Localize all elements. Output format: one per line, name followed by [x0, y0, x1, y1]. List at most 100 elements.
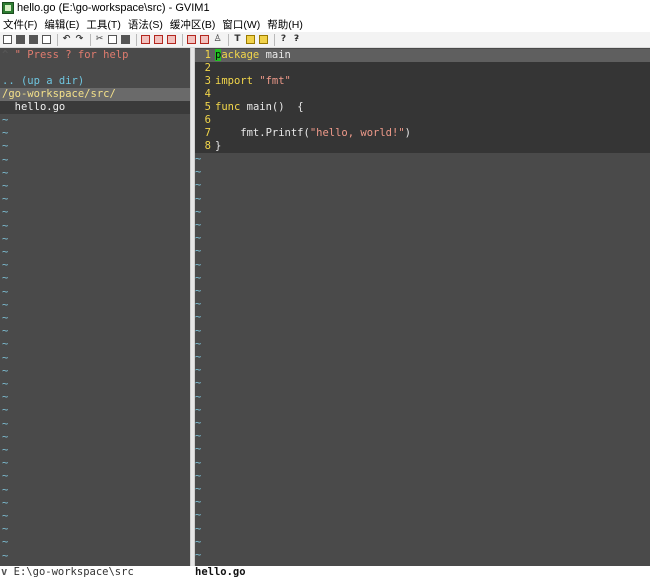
- code-line-5[interactable]: 5 func main() {: [195, 101, 650, 114]
- chevron-down-icon: v: [1, 566, 8, 578]
- menu-syntax[interactable]: 语法(S): [128, 17, 163, 32]
- empty-line-marker: ~: [195, 205, 202, 218]
- empty-line-marker: ~: [2, 259, 9, 272]
- save-icon[interactable]: [15, 34, 26, 45]
- toolbar-separator: [228, 33, 229, 46]
- code-editor-pane[interactable]: 1 package main 2 3 import "fmt" 4 5 func ma…: [195, 48, 650, 566]
- toolbar-separator: [136, 33, 137, 46]
- caret-up-icon: ^: [2, 49, 15, 61]
- empty-line-marker: ~: [2, 166, 9, 179]
- empty-line-marker: ~: [2, 549, 9, 562]
- find-next-icon[interactable]: [153, 34, 164, 45]
- menu-edit[interactable]: 编辑(E): [44, 17, 79, 32]
- empty-line-marker: ~: [195, 337, 202, 350]
- empty-line-marker: ~: [2, 391, 9, 404]
- toolbar-separator: [90, 33, 91, 46]
- empty-line-marker: ~: [2, 312, 9, 324]
- empty-line-marker: ~: [2, 417, 9, 430]
- empty-line-marker: ~: [2, 246, 9, 258]
- empty-line-marker: ~: [2, 193, 9, 206]
- menu-buffers[interactable]: 缓冲区(B): [170, 17, 216, 32]
- empty-line-marker: ~: [2, 364, 9, 377]
- load-session-icon[interactable]: [186, 34, 197, 45]
- explorer-current-dir[interactable]: /go-workspace/src/: [0, 88, 190, 101]
- code-line-1[interactable]: 1 package main: [195, 49, 650, 62]
- redo-icon[interactable]: ↷: [74, 34, 85, 45]
- empty-line-marker: ~: [195, 166, 202, 179]
- empty-line-marker: ~: [195, 469, 202, 482]
- empty-line-marker: ~: [2, 140, 9, 153]
- empty-line-marker: ~: [195, 430, 202, 443]
- empty-line-marker: ~: [195, 390, 202, 403]
- copy-icon[interactable]: [107, 34, 118, 45]
- status-left: v E:\go-workspace\src: [0, 566, 190, 579]
- empty-line-marker: ~: [195, 285, 202, 297]
- make-icon[interactable]: T: [232, 34, 243, 45]
- empty-line-marker: ~: [195, 443, 202, 456]
- empty-line-marker: ~: [2, 153, 9, 166]
- help-icon[interactable]: ?: [278, 34, 289, 45]
- empty-line-marker: ~: [195, 403, 202, 416]
- find-prev-icon[interactable]: [166, 34, 177, 45]
- empty-line-marker: ~: [2, 206, 9, 219]
- empty-line-marker: ~: [2, 510, 9, 522]
- window-title: hello.go (E:\go-workspace\src) - GVIM1: [17, 2, 210, 14]
- paste-icon[interactable]: [120, 34, 131, 45]
- print-icon[interactable]: [41, 34, 52, 45]
- code-line-4[interactable]: 4: [195, 88, 650, 101]
- toolbar-separator: [57, 33, 58, 46]
- empty-line-marker: ~: [2, 536, 9, 549]
- empty-line-marker: ~: [2, 351, 9, 364]
- empty-line-marker: ~: [195, 496, 202, 509]
- empty-line-marker: ~: [2, 232, 9, 245]
- ctags-icon[interactable]: [258, 34, 269, 45]
- empty-line-marker: ~: [195, 377, 202, 390]
- explorer-help-line: ^ " Press ? for help: [2, 49, 129, 61]
- empty-line-marker: ~: [195, 549, 202, 561]
- empty-line-marker: ~: [2, 483, 9, 496]
- code-line-6[interactable]: 6: [195, 114, 650, 127]
- empty-line-marker: ~: [195, 192, 202, 205]
- empty-line-marker: ~: [195, 351, 202, 363]
- empty-line-marker: ~: [195, 271, 202, 284]
- empty-line-marker: ~: [195, 153, 202, 165]
- cut-icon[interactable]: ✂: [94, 34, 105, 45]
- empty-line-marker: ~: [195, 232, 202, 245]
- status-filename: hello.go: [195, 566, 246, 578]
- file-explorer-pane[interactable]: ^ " Press ? for help .. (up a dir) /go-w…: [0, 48, 190, 566]
- save-session-icon[interactable]: [199, 34, 210, 45]
- save-all-icon[interactable]: [28, 34, 39, 45]
- empty-line-marker: ~: [195, 522, 202, 535]
- code-line-3[interactable]: 3 import "fmt": [195, 75, 650, 88]
- status-path: E:\go-workspace\src: [13, 566, 134, 578]
- empty-line-marker: ~: [2, 523, 9, 536]
- code-line-2[interactable]: 2: [195, 62, 650, 75]
- code-line-8[interactable]: 8}: [195, 140, 650, 153]
- menu-help[interactable]: 帮助(H): [267, 17, 303, 32]
- explorer-up-dir[interactable]: .. (up a dir): [0, 75, 190, 88]
- code-line-7[interactable]: 7 fmt.Printf("hello, world!"): [195, 127, 650, 140]
- menu-file[interactable]: 文件(F): [3, 17, 37, 32]
- empty-line-marker: ~: [2, 378, 9, 390]
- find-replace-icon[interactable]: [140, 34, 151, 45]
- empty-line-marker: ~: [2, 496, 9, 509]
- menu-tools[interactable]: 工具(T): [86, 17, 120, 32]
- shell-icon[interactable]: [245, 34, 256, 45]
- empty-line-marker: ~: [2, 114, 9, 126]
- empty-line-marker: ~: [195, 483, 202, 495]
- empty-line-marker: ~: [195, 179, 202, 192]
- find-help-icon[interactable]: ?̵: [291, 34, 302, 45]
- empty-line-marker: ~: [2, 338, 9, 351]
- empty-line-marker: ~: [2, 272, 9, 285]
- empty-line-marker: ~: [195, 535, 202, 548]
- empty-line-marker: ~: [2, 219, 9, 232]
- explorer-file-hello-go[interactable]: hello.go: [0, 101, 190, 114]
- empty-line-marker: ~: [195, 298, 202, 311]
- empty-line-marker: ~: [195, 364, 202, 377]
- open-icon[interactable]: [2, 34, 13, 45]
- undo-icon[interactable]: ↶: [61, 34, 72, 45]
- toolbar: ↶ ↷ ✂ ♙ T ? ?̵: [0, 32, 650, 48]
- empty-line-marker: ~: [2, 470, 9, 483]
- menu-window[interactable]: 窗口(W): [222, 17, 260, 32]
- run-script-icon[interactable]: ♙: [212, 34, 223, 45]
